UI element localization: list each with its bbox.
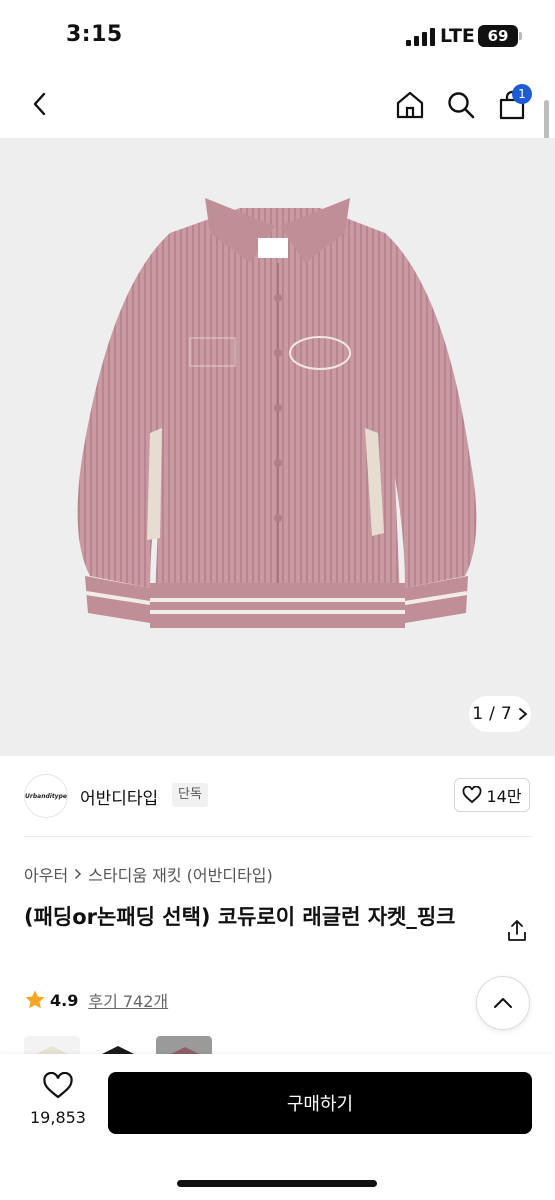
- product-photo: [77, 198, 477, 628]
- buy-button[interactable]: 구매하기: [108, 1072, 532, 1134]
- scroll-to-top-button[interactable]: [476, 976, 530, 1030]
- image-counter-total: 7: [500, 704, 512, 724]
- brand-like-button[interactable]: 14만: [454, 778, 530, 812]
- battery-level: 69: [478, 25, 518, 47]
- image-counter-separator: /: [489, 704, 495, 724]
- bottom-action-bar: 19,853 구매하기: [0, 1054, 555, 1200]
- chevron-right-icon: [75, 868, 82, 880]
- search-button[interactable]: [441, 85, 481, 125]
- product-title: (패딩or논패딩 선택) 코듀로이 래글런 자켓_핑크: [24, 905, 456, 929]
- review-link[interactable]: 후기 742개: [88, 988, 168, 1012]
- image-counter-current: 1: [472, 704, 484, 724]
- brand-logo[interactable]: Urbanditype: [24, 774, 68, 818]
- chevron-right-icon: [518, 708, 528, 720]
- rating-score: 4.9: [50, 990, 79, 1010]
- back-button[interactable]: [20, 84, 60, 124]
- network-label: LTE: [440, 25, 475, 47]
- chevron-left-icon: [33, 92, 46, 116]
- star-icon: [25, 990, 45, 1009]
- wishlist-button[interactable]: 19,853: [20, 1071, 96, 1127]
- home-button[interactable]: [390, 85, 430, 125]
- breadcrumb-category[interactable]: 아우터: [24, 862, 68, 886]
- battery-tip: [519, 32, 522, 40]
- status-time: 3:15: [66, 22, 123, 47]
- product-page: 3:15 LTE 69 1 1 / 7 Urbanditype 어반디타입 단독…: [0, 0, 555, 1200]
- home-icon: [396, 91, 424, 119]
- brand-like-count: 14만: [486, 787, 522, 806]
- signal-icon: [406, 28, 435, 46]
- top-nav: [0, 72, 555, 138]
- share-button[interactable]: [504, 918, 530, 944]
- heart-icon: [463, 786, 482, 804]
- divider: [24, 836, 532, 837]
- home-indicator[interactable]: [177, 1180, 377, 1187]
- chevron-up-icon: [494, 998, 512, 1008]
- cart-count-badge: 1: [512, 84, 532, 104]
- heart-icon: [43, 1071, 73, 1099]
- breadcrumb: 아우터 스타디움 재킷 (어반디타입): [24, 862, 273, 886]
- share-icon: [508, 920, 526, 941]
- wishlist-count: 19,853: [30, 1108, 86, 1127]
- search-icon: [448, 92, 475, 119]
- breadcrumb-subcategory[interactable]: 스타디움 재킷 (어반디타입): [88, 862, 273, 886]
- brand-name[interactable]: 어반디타입: [80, 784, 158, 809]
- rating-row: 4.9 후기 742개: [24, 988, 168, 1012]
- status-bar: 3:15 LTE 69: [0, 0, 555, 72]
- image-counter[interactable]: 1 / 7: [469, 696, 531, 732]
- product-image-carousel[interactable]: 1 / 7: [0, 138, 555, 756]
- exclusive-tag: 단독: [172, 783, 208, 807]
- brand-row: Urbanditype 어반디타입 단독 14만: [0, 770, 555, 830]
